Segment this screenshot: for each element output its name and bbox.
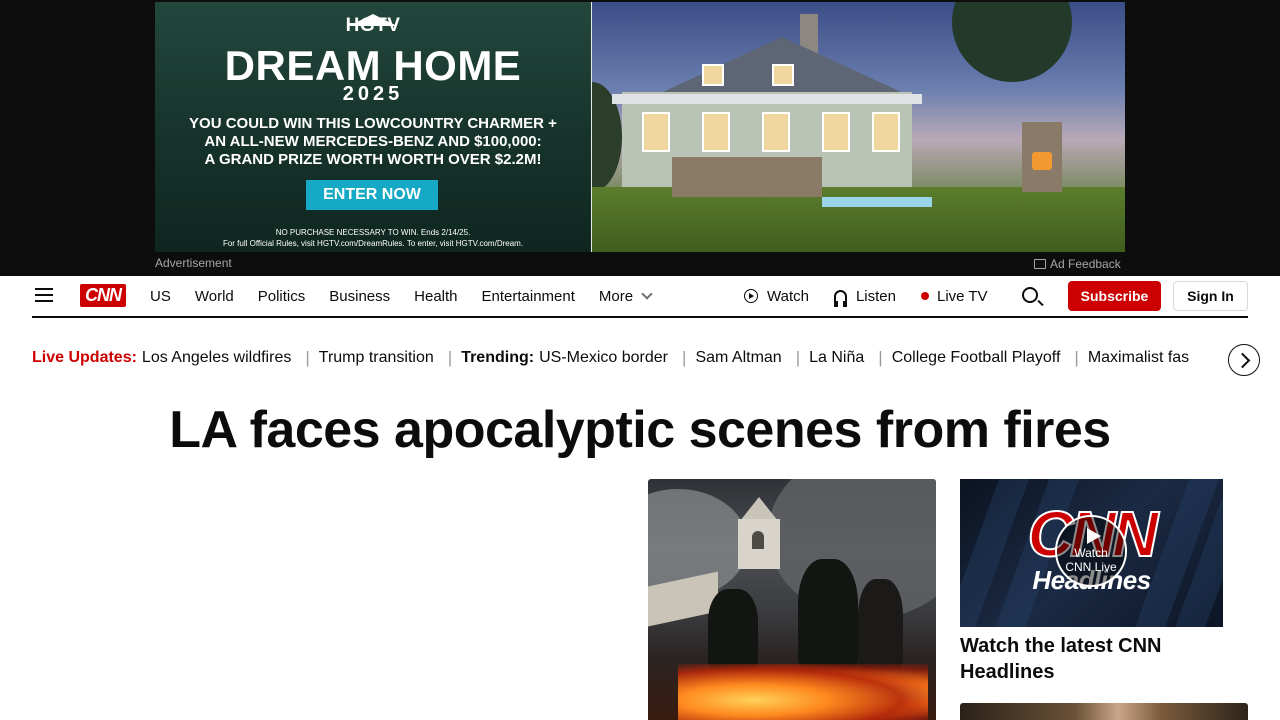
window <box>642 112 670 152</box>
chevron-right-icon[interactable] <box>1228 344 1260 376</box>
church-steeple-top <box>740 497 778 521</box>
listen-link[interactable]: Listen <box>833 287 896 307</box>
subscribe-button[interactable]: Subscribe <box>1068 281 1161 311</box>
ticker-separator: | <box>795 348 801 367</box>
window <box>702 64 724 86</box>
ticker-separator: | <box>305 348 310 367</box>
page-headline[interactable]: LA faces apocalyptic scenes from fires <box>0 400 1280 460</box>
window <box>872 112 900 152</box>
ad-fine-print: NO PURCHASE NECESSARY TO WIN. Ends 2/14/… <box>155 227 591 249</box>
window <box>762 112 790 152</box>
steeple-window <box>752 531 764 549</box>
ticker-item[interactable]: Maximalist fas <box>1088 349 1189 367</box>
porch <box>612 94 922 104</box>
ad-year: 2025 <box>342 83 404 105</box>
ad-fine-line: For full Official Rules, visit HGTV.com/… <box>222 239 524 248</box>
ticker-separator: | <box>682 348 687 367</box>
menu-icon[interactable] <box>35 288 53 302</box>
pine-tree <box>708 589 758 669</box>
enter-now-button[interactable]: ENTER NOW <box>306 180 438 210</box>
window <box>822 112 850 152</box>
feedback-icon <box>1034 259 1046 269</box>
trending-label: Trending: <box>461 349 535 366</box>
ad-feedback-link[interactable]: Ad Feedback <box>1034 257 1121 271</box>
fire-glow <box>1032 152 1052 170</box>
play-label: Watch CNN Live <box>1057 546 1125 574</box>
nav-link-health[interactable]: Health <box>414 288 457 305</box>
ticker-separator: | <box>878 348 883 367</box>
watch-label: Watch <box>767 287 809 305</box>
ticker-separator: | <box>1074 348 1079 367</box>
ticker-item[interactable]: La Niña <box>809 349 864 367</box>
ticker-fade <box>1186 340 1226 376</box>
ad-banner-region: HGTV DREAM HOME 2025 YOU COULD WIN THIS … <box>0 0 1280 276</box>
play-label-line: CNN Live <box>1065 560 1117 574</box>
ad-house-image <box>592 2 1125 252</box>
video-caption[interactable]: Watch the latest CNN Headlines <box>960 633 1248 685</box>
window <box>772 64 794 86</box>
hgtv-ad[interactable]: HGTV DREAM HOME 2025 YOU COULD WIN THIS … <box>155 2 1125 252</box>
ticker-separator: | <box>447 348 453 367</box>
live-tv-link[interactable]: Live TV <box>920 287 988 305</box>
nav-link-entertainment[interactable]: Entertainment <box>482 288 575 305</box>
ad-copy-line: YOU COULD WIN THIS LOWCOUNTRY CHARMER + <box>189 115 557 132</box>
window <box>702 112 730 152</box>
fire-photo[interactable] <box>648 479 936 720</box>
cnn-logo[interactable]: CNN <box>80 284 126 307</box>
ticker-item[interactable]: US-Mexico border <box>539 349 668 367</box>
flames <box>678 664 928 720</box>
pool <box>822 197 932 207</box>
ticker-item[interactable]: Sam Altman <box>695 349 781 367</box>
nav-links: US World Politics Business Health Entert… <box>150 276 675 316</box>
ticker-item[interactable]: Trump transition <box>319 349 434 367</box>
nav-link-business[interactable]: Business <box>329 288 390 305</box>
ad-feedback-label: Ad Feedback <box>1050 257 1121 271</box>
ad-copy: YOU COULD WIN THIS LOWCOUNTRY CHARMER + … <box>155 115 591 169</box>
listen-label: Listen <box>855 287 896 305</box>
nav-more-menu[interactable]: More <box>598 287 653 305</box>
outdoor-kitchen <box>672 157 822 197</box>
ticker-item[interactable]: Los Angeles wildfires <box>142 349 291 367</box>
pine-tree <box>858 579 903 669</box>
live-tv-label: Live TV <box>936 287 988 305</box>
search-icon[interactable] <box>1022 287 1038 303</box>
chevron-down-icon <box>641 287 653 300</box>
ad-copy-line: A GRAND PRIZE WORTH WORTH OVER $2.2M! <box>204 151 542 168</box>
nav-link-world[interactable]: World <box>195 288 234 305</box>
pine-tree <box>798 559 858 669</box>
ad-copy-line: AN ALL-NEW MERCEDES-BENZ AND $100,000: <box>204 133 542 150</box>
nav-utilities: Watch Listen Live TV <box>744 276 1013 316</box>
play-icon <box>1087 528 1101 544</box>
cnn-headlines-video[interactable]: CNN Headlines Watch CNN Live <box>960 479 1223 627</box>
hgtv-logo: HGTV <box>345 15 401 36</box>
sign-in-button[interactable]: Sign In <box>1173 281 1248 311</box>
story-thumbnail[interactable] <box>960 703 1248 720</box>
ad-fine-line: NO PURCHASE NECESSARY TO WIN. Ends 2/14/… <box>275 228 471 237</box>
play-label-line: Watch <box>1074 546 1108 560</box>
headphones-icon <box>833 289 847 307</box>
ticker-item[interactable]: College Football Playoff <box>892 349 1061 367</box>
play-button[interactable]: Watch CNN Live <box>1055 515 1127 587</box>
ad-text-panel: HGTV DREAM HOME 2025 YOU COULD WIN THIS … <box>155 2 591 252</box>
nav-link-us[interactable]: US <box>150 288 171 305</box>
live-updates-label: Live Updates: <box>32 349 137 366</box>
play-icon <box>744 289 758 303</box>
live-dot-icon <box>920 292 929 300</box>
nav-more-label: More <box>598 287 634 305</box>
watch-link[interactable]: Watch <box>744 288 809 305</box>
advertisement-label: Advertisement <box>155 256 232 270</box>
tree <box>952 2 1072 82</box>
nav-link-politics[interactable]: Politics <box>258 288 306 305</box>
main-nav: CNN US World Politics Business Health En… <box>32 276 1248 318</box>
trending-ticker: Live Updates: Los Angeles wildfires | Tr… <box>32 340 1216 376</box>
